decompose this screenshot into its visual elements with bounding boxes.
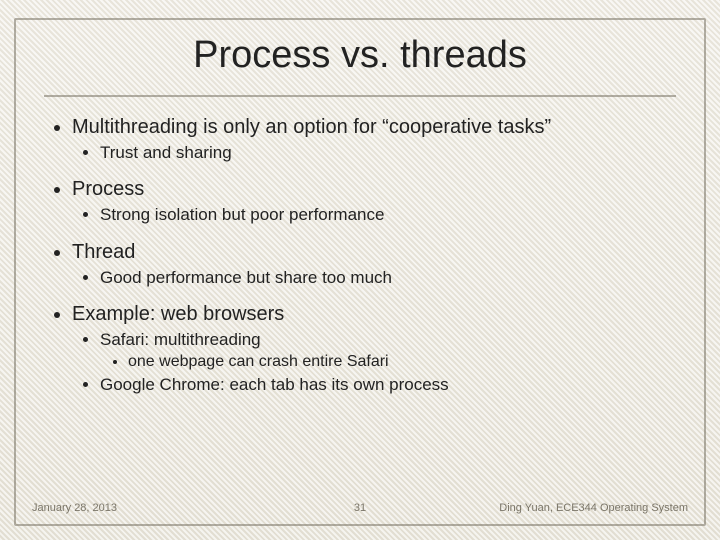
bullet-1-1: Trust and sharing (100, 142, 676, 163)
bullet-4-text: Example: web browsers (72, 303, 284, 325)
bullet-3-text: Thread (72, 241, 135, 263)
bullet-2-1: Strong isolation but poor performance (100, 204, 676, 225)
bullet-list: Multithreading is only an option for “co… (44, 115, 676, 395)
bullet-2-text: Process (72, 178, 144, 200)
slide-frame: Process vs. threads Multithreading is on… (14, 18, 706, 526)
bullet-3: Thread Good performance but share too mu… (72, 240, 676, 288)
bullet-4-1: Safari: multithreading one webpage can c… (100, 329, 676, 372)
footer-date: January 28, 2013 (32, 502, 251, 514)
bullet-4-1-text: Safari: multithreading (100, 330, 261, 349)
footer-credit: Ding Yuan, ECE344 Operating System (469, 502, 688, 514)
title-area: Process vs. threads (16, 20, 704, 97)
slide-title: Process vs. threads (183, 34, 537, 89)
bullet-4: Example: web browsers Safari: multithrea… (72, 302, 676, 396)
bullet-1-text: Multithreading is only an option for “co… (72, 116, 551, 138)
footer-page: 31 (251, 502, 470, 514)
bullet-4-2: Google Chrome: each tab has its own proc… (100, 374, 676, 395)
content-area: Multithreading is only an option for “co… (16, 97, 704, 395)
bullet-1: Multithreading is only an option for “co… (72, 115, 676, 163)
bullet-4-1-1: one webpage can crash entire Safari (128, 352, 676, 372)
bullet-2: Process Strong isolation but poor perfor… (72, 177, 676, 225)
slide: Process vs. threads Multithreading is on… (0, 0, 720, 540)
bullet-3-1: Good performance but share too much (100, 267, 676, 288)
footer: January 28, 2013 31 Ding Yuan, ECE344 Op… (16, 502, 704, 514)
